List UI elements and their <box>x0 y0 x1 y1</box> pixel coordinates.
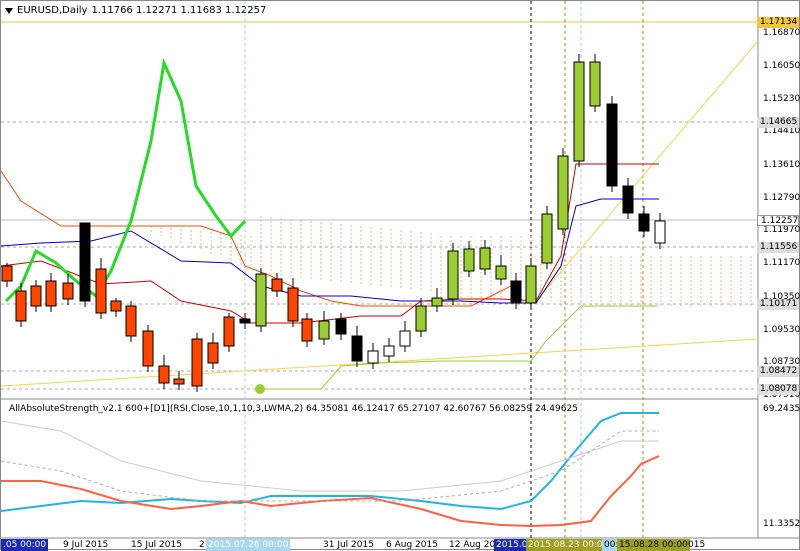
candle-body <box>525 265 537 304</box>
candle-body <box>223 316 235 347</box>
price-tag-top: 1.17134 <box>757 17 799 28</box>
chikou-line <box>4 57 247 303</box>
candle-body <box>271 278 283 292</box>
candle-body <box>301 318 313 342</box>
time-tag-right: 015 <box>688 540 706 550</box>
candle-body <box>335 318 347 335</box>
time-axis-label: 15 Jul 2015 <box>131 540 182 550</box>
time-tag-5: 15.08.28 00:00 <box>617 539 690 551</box>
candle-body <box>399 330 411 347</box>
price-axis-label: 1.12790 <box>763 193 800 203</box>
price-tag-2: 1.11556 <box>757 242 799 253</box>
candle-body <box>173 378 185 385</box>
trend-line-upper <box>535 40 759 302</box>
time-tag-3: 2015.08.23 00:00 <box>526 539 611 551</box>
candle-body <box>415 305 427 332</box>
candle-body <box>495 265 507 280</box>
price-tag-3: 1.10171 <box>757 299 799 310</box>
candle-body <box>510 280 522 304</box>
trend-line-lower <box>1 338 759 387</box>
candle-body <box>589 61 601 107</box>
time-tag-2: 2015.0 <box>494 539 530 551</box>
price-axis-label: 1.13610 <box>763 160 800 170</box>
indicator-min-label: 11.33528 <box>763 519 800 529</box>
candle-body <box>1 265 13 282</box>
candle-body <box>207 342 219 364</box>
candle-body <box>318 320 330 340</box>
indicator-title: AllAbsoluteStrength_v2.1 600+[D1](RSI,Cl… <box>9 404 578 414</box>
candle-body <box>654 220 666 244</box>
price-tag-5: 1.08078 <box>757 384 799 395</box>
candle-body <box>62 282 74 300</box>
strength-cyan-line <box>1 412 659 512</box>
candle-body <box>463 248 475 272</box>
time-axis-label: 6 Aug 2015 <box>386 540 438 550</box>
candle-body <box>15 290 27 322</box>
candle-body <box>431 297 443 307</box>
candle-body <box>541 213 553 264</box>
price-axis-label: 1.15230 <box>763 94 800 104</box>
candlesticks <box>1 54 666 392</box>
price-tag-1: 1.14665 <box>757 117 799 128</box>
candle-body <box>557 155 569 230</box>
candle-body <box>351 335 363 362</box>
price-axis-label: 1.16870 <box>763 28 800 38</box>
price-axis-label: 1.11170 <box>763 258 800 268</box>
price-axis-label: 1.16050 <box>763 61 800 71</box>
price-axis-label: 1.09530 <box>763 325 800 335</box>
chart-window[interactable]: EURUSD,Daily 1.11766 1.12271 1.11683 1.1… <box>0 0 800 551</box>
candle-body <box>191 338 203 387</box>
candle-body <box>573 61 585 162</box>
candle-body <box>79 222 91 302</box>
candle-body <box>606 103 618 187</box>
lower-green-line <box>261 305 658 390</box>
candle-body <box>479 247 491 270</box>
candle-body <box>638 213 650 232</box>
candle-body <box>95 268 107 314</box>
price-tag-current: 1.12257 <box>757 215 799 226</box>
candle-body <box>622 185 634 214</box>
candle-body <box>287 287 299 322</box>
marker-dot <box>255 384 265 394</box>
candle-body <box>30 285 42 307</box>
candle-body <box>255 273 267 327</box>
candle-body <box>367 350 379 364</box>
candle-body <box>158 365 170 384</box>
candle-body <box>45 280 57 307</box>
price-chart-svg <box>1 1 800 539</box>
time-tag-left: .05 00:00 <box>1 539 49 551</box>
time-axis-label: 31 Jul 2015 <box>323 540 374 550</box>
time-tag-1: 2015.07.26 00:00 <box>206 539 291 551</box>
candle-body <box>239 318 251 324</box>
price-tag-4: 1.08472 <box>757 366 799 377</box>
candle-body <box>447 250 459 300</box>
time-axis-label: 9 Jul 2015 <box>63 540 109 550</box>
candle-body <box>125 305 137 337</box>
indicator-max-label: 69.24357 <box>763 404 800 414</box>
candle-body <box>142 330 154 367</box>
candle-body <box>383 345 395 357</box>
candle-body <box>110 300 122 312</box>
